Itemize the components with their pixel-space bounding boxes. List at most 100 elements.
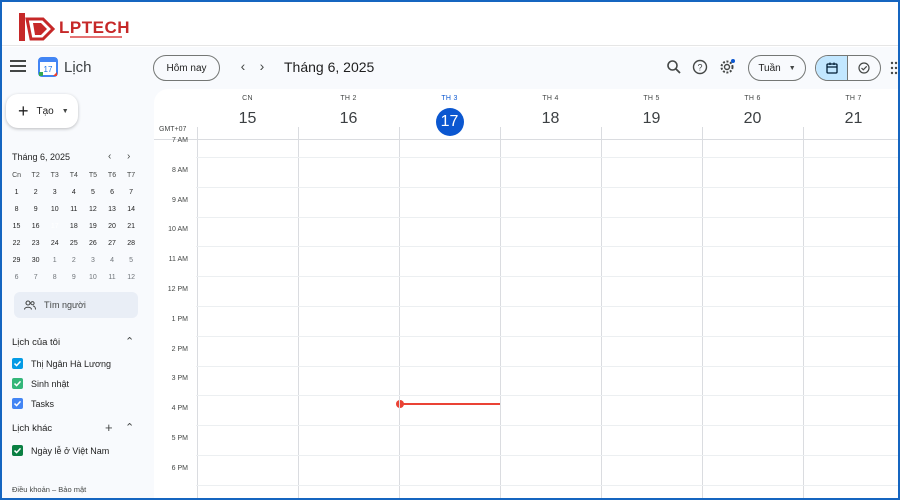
mini-day[interactable]: 30 <box>26 252 45 269</box>
day-header[interactable]: TH 3 17 <box>399 89 500 137</box>
hour-label: 11 AM <box>168 256 188 264</box>
google-apps-icon[interactable] <box>890 61 898 75</box>
prev-week-icon[interactable]: ‹ <box>237 59 249 73</box>
mini-day[interactable]: 27 <box>102 235 121 252</box>
create-button[interactable]: + Tạo ▼ <box>6 94 78 128</box>
day-number[interactable]: 17 <box>399 106 500 136</box>
hour-gridline <box>196 156 898 158</box>
mini-day[interactable]: 5 <box>122 252 141 269</box>
mini-day[interactable]: 18 <box>64 218 83 235</box>
hour-label: 2 PM <box>171 345 188 353</box>
mini-day[interactable]: 1 <box>45 252 64 269</box>
mini-week-row: 15 16 17 18 19 20 21 <box>7 218 141 235</box>
mini-next-month-icon[interactable]: › <box>127 151 130 162</box>
my-calendar-label: Thị Ngân Hà Lương <box>31 358 111 369</box>
day-header[interactable]: TH 2 16 <box>298 89 399 137</box>
next-week-icon[interactable]: › <box>256 59 268 73</box>
day-number[interactable]: 18 <box>500 106 601 132</box>
day-number[interactable]: 19 <box>601 106 702 132</box>
collapse-chevron-icon[interactable]: ⌃ <box>125 421 134 434</box>
day-header[interactable]: TH 4 18 <box>500 89 601 137</box>
day-number[interactable]: 20 <box>702 106 803 132</box>
mini-day[interactable]: 5 <box>83 184 102 201</box>
calendar-icon <box>825 62 838 74</box>
calendar-view-toggle[interactable] <box>816 56 849 80</box>
day-of-week-label: TH 7 <box>845 95 862 102</box>
view-selector[interactable]: Tuần ▼ <box>748 55 806 81</box>
mini-day[interactable]: 26 <box>83 235 102 252</box>
checkbox-checked-icon[interactable] <box>12 398 23 409</box>
mini-day[interactable]: 13 <box>102 201 121 218</box>
mini-day[interactable]: 2 <box>26 184 45 201</box>
mini-day[interactable]: 16 <box>26 218 45 235</box>
mini-day[interactable]: 24 <box>45 235 64 252</box>
mini-prev-month-icon[interactable]: ‹ <box>108 151 111 162</box>
my-calendar-label: Tasks <box>31 398 55 409</box>
mini-day[interactable]: 20 <box>102 218 121 235</box>
mini-day[interactable]: 14 <box>122 201 141 218</box>
mini-day[interactable]: 23 <box>26 235 45 252</box>
mini-day[interactable]: 7 <box>26 269 45 286</box>
mini-day[interactable]: 21 <box>122 218 141 235</box>
mini-day[interactable]: 15 <box>7 218 26 235</box>
mini-day[interactable]: 10 <box>45 201 64 218</box>
current-time-line <box>400 403 500 405</box>
hour-label: 9 AM <box>172 196 188 204</box>
mini-day[interactable]: 8 <box>7 201 26 218</box>
my-calendar-item[interactable]: Sinh nhật <box>12 378 69 389</box>
mini-day[interactable]: 19 <box>83 218 102 235</box>
mini-day[interactable]: 25 <box>64 235 83 252</box>
mini-day[interactable]: 10 <box>83 269 102 286</box>
mini-day[interactable]: 7 <box>122 184 141 201</box>
footer-links[interactable]: Điều khoản – Bảo mật <box>12 485 86 494</box>
day-header[interactable]: TH 5 19 <box>601 89 702 137</box>
hour-label: 3 PM <box>171 375 188 383</box>
day-number[interactable]: 16 <box>298 106 399 132</box>
mini-day[interactable]: 2 <box>64 252 83 269</box>
mini-day[interactable]: 12 <box>83 201 102 218</box>
app-title: Lịch <box>64 59 92 76</box>
mini-day[interactable]: 11 <box>64 201 83 218</box>
hour-gridline <box>196 276 898 278</box>
mini-day-today[interactable]: 17 <box>45 218 64 235</box>
checkbox-checked-icon[interactable] <box>12 445 23 456</box>
mini-day[interactable]: 9 <box>26 201 45 218</box>
mini-day[interactable]: 6 <box>102 184 121 201</box>
main-menu-icon[interactable] <box>10 60 26 74</box>
mini-day[interactable]: 4 <box>102 252 121 269</box>
collapse-chevron-icon[interactable]: ⌃ <box>125 335 134 348</box>
mini-day[interactable]: 9 <box>64 269 83 286</box>
add-calendar-icon[interactable]: + <box>105 420 113 435</box>
my-calendar-item[interactable]: Tasks <box>12 398 54 409</box>
mini-day[interactable]: 3 <box>45 184 64 201</box>
checkbox-checked-icon[interactable] <box>12 358 23 369</box>
day-number[interactable]: 21 <box>803 106 898 132</box>
mini-day[interactable]: 3 <box>83 252 102 269</box>
day-header[interactable]: TH 6 20 <box>702 89 803 137</box>
tasks-view-toggle[interactable] <box>848 56 880 80</box>
hour-label: 6 PM <box>171 464 188 472</box>
mini-day[interactable]: 28 <box>122 235 141 252</box>
mini-day[interactable]: 4 <box>64 184 83 201</box>
my-calendar-item[interactable]: Thị Ngân Hà Lương <box>12 358 111 369</box>
other-calendar-item[interactable]: Ngày lễ ở Việt Nam <box>12 445 109 456</box>
day-header[interactable]: TH 7 21 <box>803 89 898 137</box>
mini-day[interactable]: 22 <box>7 235 26 252</box>
other-calendar-label: Ngày lễ ở Việt Nam <box>31 445 110 456</box>
today-button[interactable]: Hôm nay <box>153 55 220 81</box>
people-search-input[interactable]: Tìm người <box>14 292 138 318</box>
mini-day[interactable]: 11 <box>102 269 121 286</box>
day-header[interactable]: CN 15 <box>197 89 298 137</box>
today-day-number[interactable]: 17 <box>435 108 464 136</box>
mini-day[interactable]: 6 <box>7 269 26 286</box>
mini-day[interactable]: 8 <box>45 269 64 286</box>
checkbox-checked-icon[interactable] <box>12 378 23 389</box>
day-number[interactable]: 15 <box>197 106 298 132</box>
timezone-label: GMT+07 <box>159 126 187 133</box>
mini-day[interactable]: 29 <box>7 252 26 269</box>
mini-day[interactable]: 12 <box>122 269 141 286</box>
settings-gear-icon[interactable] <box>719 59 735 75</box>
mini-day[interactable]: 1 <box>7 184 26 201</box>
search-icon[interactable] <box>666 59 682 75</box>
help-icon[interactable]: ? <box>692 59 708 75</box>
